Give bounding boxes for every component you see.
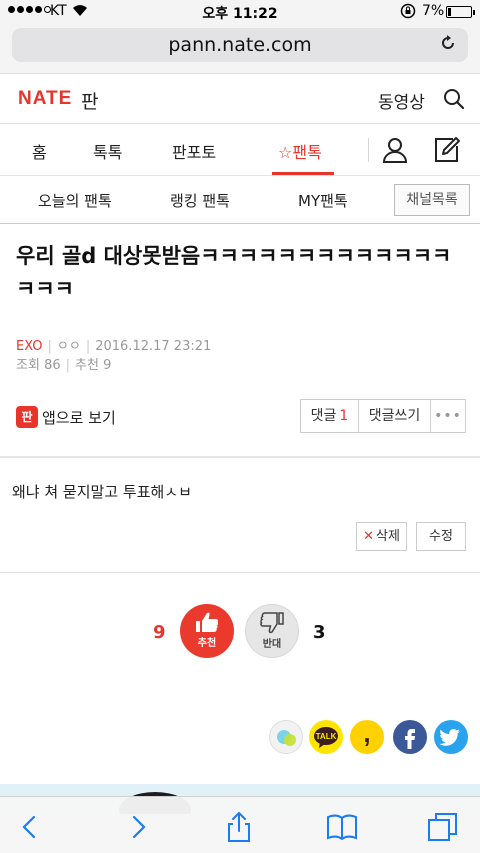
twitter-share-icon[interactable] [434,720,468,754]
post-category[interactable]: EXO [16,339,43,354]
site-header: NATE 판 동영상 [0,74,480,124]
divider [0,572,480,573]
thumbs-up-icon [196,612,219,632]
recommend-count: 9 [103,358,112,373]
channel-list-button[interactable]: 채널목록 [394,184,470,216]
video-link[interactable]: 동영상 [378,88,425,113]
post-title: 우리 골d 대상못받음ㅋㅋㅋㅋㅋㅋㅋㅋㅋㅋㅋㅋㅋㅋㅋㅋ [16,244,452,301]
post-stats: 조회 86 | 추천 9 [16,358,112,373]
divider [0,456,480,458]
downvote-count: 3 [313,622,326,643]
write-icon[interactable] [433,136,461,164]
reload-icon[interactable] [438,33,458,58]
nate-logo[interactable]: NATE [18,88,72,110]
status-bar: KT 오후 11:22 7% [0,0,480,24]
bookmarks-icon[interactable] [326,811,358,843]
downvote-label: 반대 [262,639,282,650]
close-icon: ✕ [363,529,374,544]
sub-nav: 오늘의 팬톡 랭킹 팬톡 MY팬톡 채널목록 [0,176,480,224]
more-button[interactable]: ••• [431,400,465,432]
comment-label: 댓글 [310,408,337,424]
post-body: 왜냐 쳐 묻지말고 투표해ㅅㅂ [12,483,192,501]
tab-toktok[interactable]: 톡톡 [93,139,122,163]
post-author: ㅇㅇ [56,339,81,354]
tab-home[interactable]: 홈 [32,139,47,163]
url-text[interactable]: pann.nate.com [12,34,468,56]
kakaotalk-share-icon[interactable]: TALK [309,720,343,754]
nav-divider [368,138,369,162]
main-nav: 홈 톡톡 판포토 ☆팬톡 [0,124,480,176]
views-label: 조회 [16,358,40,373]
tab-fantalk[interactable]: ☆팬톡 [278,139,322,163]
app-view-label: 앱으로 보기 [42,408,116,427]
active-tab-indicator [272,172,334,175]
pan-app-icon: 판 [16,406,38,428]
kakaotalk-label: TALK [316,732,337,741]
share-icon[interactable] [223,811,255,843]
upvote-button[interactable]: 추천 [180,604,234,658]
write-comment-button[interactable]: 댓글쓰기 [359,400,431,432]
views-count: 86 [44,358,61,373]
delete-button[interactable]: ✕ 삭제 [356,522,407,551]
tab-today-fantalk[interactable]: 오늘의 팬톡 [38,190,112,211]
edit-button[interactable]: 수정 [416,522,466,551]
kakaostory-label: , [363,720,370,748]
tab-my-fantalk[interactable]: MY팬톡 [298,190,348,211]
comment-count: 1 [339,408,349,424]
rotation-lock-icon [400,3,416,23]
upvote-label: 추천 [197,638,217,649]
tabs-icon[interactable] [427,811,459,843]
comment-button[interactable]: 댓글 1 [301,400,359,432]
comment-button-group: 댓글 1 댓글쓰기 ••• [300,399,466,433]
upvote-count: 9 [153,622,166,643]
downvote-button[interactable]: 반대 [245,604,299,658]
user-icon[interactable] [382,137,408,163]
address-bar[interactable]: pann.nate.com [12,28,468,62]
tab-ranking-fantalk[interactable]: 랭킹 팬톡 [170,190,230,211]
app-view-link[interactable]: 판 앱으로 보기 [16,405,116,429]
post-datetime: 2016.12.17 23:21 [95,339,212,354]
band-share-icon[interactable] [269,720,303,754]
facebook-share-icon[interactable] [393,720,427,754]
forward-icon[interactable] [122,811,154,843]
battery-percent: 7% [422,3,445,19]
browser-chrome: pann.nate.com [0,24,480,74]
delete-label: 삭제 [375,529,400,544]
post-meta: EXO | ㅇㅇ | 2016.12.17 23:21 [16,339,212,354]
tab-panphoto[interactable]: 판포토 [172,139,216,163]
search-icon[interactable] [443,88,465,110]
recommend-label: 추천 [75,358,99,373]
browser-toolbar [0,796,480,853]
thumbs-down-icon [260,612,284,634]
back-icon[interactable] [14,811,46,843]
kakaostory-share-icon[interactable]: , [350,720,384,754]
pan-section-logo[interactable]: 판 [81,87,98,114]
battery-icon [446,6,475,18]
